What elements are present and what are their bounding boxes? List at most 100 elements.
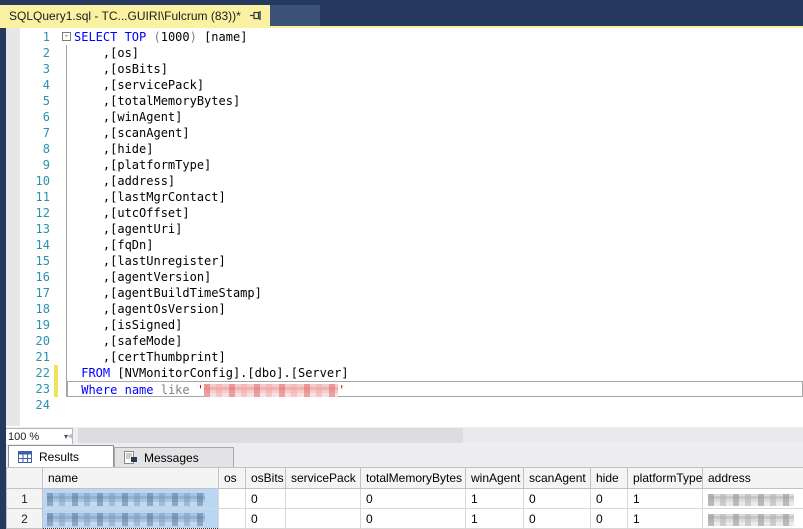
code-text[interactable]: ,[lastMgrContact] [74,189,803,205]
code-line-2[interactable]: 2 ,[os] [0,45,803,61]
inactive-document-tab[interactable] [270,5,320,26]
code-text[interactable]: ,[agentVersion] [74,269,803,285]
document-tab-sqlquery1[interactable]: SQLQuery1.sql - TC...GUIRI\Fulcrum (83))… [0,5,288,26]
code-text[interactable]: Where name like ' ' [67,381,803,397]
code-text[interactable]: ,[totalMemoryBytes] [74,93,803,109]
row-header[interactable]: 2 [6,508,43,529]
code-line-23[interactable]: 23 Where name like ' ' [0,381,803,397]
line-number[interactable]: 9 [0,157,50,173]
line-number[interactable]: 20 [0,333,50,349]
code-text[interactable]: ,[scanAgent] [74,125,803,141]
code-text[interactable]: ,[lastUnregister] [74,253,803,269]
scroll-left-arrow-icon[interactable]: ◂ [67,429,73,442]
column-header-osBits[interactable]: osBits [245,467,286,489]
code-line-7[interactable]: 7 ,[scanAgent] [0,125,803,141]
line-number[interactable]: 23 [0,381,50,397]
code-line-8[interactable]: 8 ,[hide] [0,141,803,157]
line-number[interactable]: 2 [0,45,50,61]
grid-cell-scanAgent[interactable]: 0 [523,508,591,529]
code-text[interactable]: ,[agentBuildTimeStamp] [74,285,803,301]
grid-cell-totalMemoryBytes[interactable]: 0 [360,488,466,509]
line-number[interactable]: 15 [0,253,50,269]
grid-cell-servicePack[interactable] [285,508,361,529]
column-header-name[interactable]: name [42,467,219,489]
code-line-21[interactable]: 21 ,[certThumbprint] [0,349,803,365]
code-line-13[interactable]: 13 ,[agentUri] [0,221,803,237]
code-text[interactable]: FROM [NVMonitorConfig].[dbo].[Server] [74,365,803,381]
line-number[interactable]: 21 [0,349,50,365]
line-number[interactable]: 6 [0,109,50,125]
line-number[interactable]: 1 [0,29,50,45]
grid-cell-platformType[interactable]: 1 [627,488,703,509]
line-number[interactable]: 16 [0,269,50,285]
grid-cell-address[interactable] [702,508,803,529]
line-number[interactable]: 17 [0,285,50,301]
sql-editor[interactable]: 1- SELECT TOP (1000) [name] 2 ,[os] 3 ,[osB… [0,28,803,426]
code-text[interactable]: ,[winAgent] [74,109,803,125]
column-header-scanAgent[interactable]: scanAgent [523,467,591,489]
code-line-6[interactable]: 6 ,[winAgent] [0,109,803,125]
line-number[interactable]: 19 [0,317,50,333]
code-text[interactable]: ,[certThumbprint] [74,349,803,365]
code-line-24[interactable]: 24 [0,397,803,413]
grid-cell-name[interactable] [42,508,219,529]
grid-cell-servicePack[interactable] [285,488,361,509]
code-line-5[interactable]: 5 ,[totalMemoryBytes] [0,93,803,109]
code-text[interactable]: ,[isSigned] [74,317,803,333]
grid-corner-header[interactable] [6,467,43,489]
line-number[interactable]: 4 [0,77,50,93]
horizontal-scrollbar[interactable] [78,428,803,443]
grid-cell-hide[interactable]: 0 [590,508,628,529]
grid-cell-scanAgent[interactable]: 0 [523,488,591,509]
code-line-16[interactable]: 16 ,[agentVersion] [0,269,803,285]
grid-cell-winAgent[interactable]: 1 [465,488,524,509]
line-number[interactable]: 12 [0,205,50,221]
horizontal-scrollbar-thumb[interactable] [78,428,463,443]
grid-cell-osBits[interactable]: 0 [245,488,286,509]
column-header-servicePack[interactable]: servicePack [285,467,361,489]
line-number[interactable]: 7 [0,125,50,141]
code-text[interactable]: ,[os] [74,45,803,61]
code-text[interactable]: SELECT TOP (1000) [name] [74,29,803,45]
grid-cell-os[interactable] [218,508,246,529]
code-line-9[interactable]: 9 ,[platformType] [0,157,803,173]
code-line-1[interactable]: 1 - SELECT TOP (1000) [name] [0,29,803,45]
code-text[interactable] [74,397,803,413]
fold-collapse-icon[interactable]: - [62,32,71,41]
code-line-10[interactable]: 10 ,[address] [0,173,803,189]
grid-cell-platformType[interactable]: 1 [627,508,703,529]
code-text[interactable]: ,[osBits] [74,61,803,77]
code-line-18[interactable]: 18 ,[agentOsVersion] [0,301,803,317]
code-line-20[interactable]: 20 ,[safeMode] [0,333,803,349]
code-line-4[interactable]: 4 ,[servicePack] [0,77,803,93]
code-line-17[interactable]: 17 ,[agentBuildTimeStamp] [0,285,803,301]
column-header-os[interactable]: os [218,467,246,489]
code-line-22[interactable]: 22 FROM [NVMonitorConfig].[dbo].[Server] [0,365,803,381]
line-number[interactable]: 18 [0,301,50,317]
code-text[interactable]: ,[safeMode] [74,333,803,349]
grid-cell-osBits[interactable]: 0 [245,508,286,529]
tab-messages[interactable]: Messages [114,447,234,467]
grid-cell-hide[interactable]: 0 [590,488,628,509]
results-grid[interactable]: name os osBits servicePack totalMemoryBytes w… [6,467,803,529]
code-line-12[interactable]: 12 ,[utcOffset] [0,205,803,221]
line-number[interactable]: 13 [0,221,50,237]
column-header-hide[interactable]: hide [590,467,628,489]
column-header-winAgent[interactable]: winAgent [465,467,524,489]
code-line-15[interactable]: 15 ,[lastUnregister] [0,253,803,269]
code-line-3[interactable]: 3 ,[osBits] [0,61,803,77]
code-text[interactable]: ,[fqDn] [74,237,803,253]
line-number[interactable]: 14 [0,237,50,253]
code-text[interactable]: ,[utcOffset] [74,205,803,221]
row-header[interactable]: 1 [6,488,43,509]
grid-cell-os[interactable] [218,488,246,509]
grid-cell-name[interactable] [42,488,219,509]
code-line-11[interactable]: 11 ,[lastMgrContact] [0,189,803,205]
code-line-14[interactable]: 14 ,[fqDn] [0,237,803,253]
column-header-address[interactable]: address [702,467,803,489]
line-number[interactable]: 22 [0,365,50,381]
tab-results[interactable]: Results [8,445,114,467]
pin-icon[interactable] [249,10,261,21]
code-text[interactable]: ,[servicePack] [74,77,803,93]
line-number[interactable]: 3 [0,61,50,77]
